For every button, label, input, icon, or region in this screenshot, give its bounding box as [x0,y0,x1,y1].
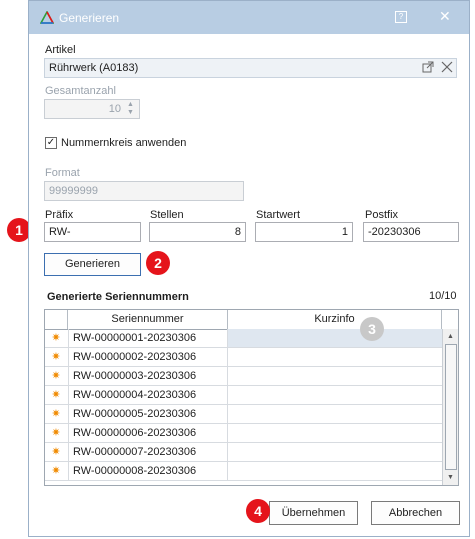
header-seriennummer[interactable]: Seriennummer [68,310,228,329]
callout-badge-3: 3 [360,317,384,341]
results-count: 10/10 [429,290,457,302]
grid-scrollbar[interactable]: ▲ ▼ [442,329,458,485]
format-value: 99999999 [49,185,98,197]
kurzinfo-cell[interactable] [228,443,442,461]
table-row[interactable]: ✷ RW-00000004-20230306 [45,386,442,405]
seriennummer-cell[interactable]: RW-00000001-20230306 [68,329,228,347]
table-row[interactable]: ✷ RW-00000006-20230306 [45,424,442,443]
scroll-thumb[interactable] [445,344,457,470]
kurzinfo-cell[interactable] [228,424,442,442]
close-button[interactable]: ✕ [439,8,451,25]
nummernkreis-checkbox[interactable]: ✓ [45,137,57,149]
header-scroll-corner [442,310,458,329]
format-field: 99999999 [44,181,244,201]
kurzinfo-cell[interactable] [228,348,442,366]
sun-icon: ✷ [51,408,61,420]
stellen-label: Stellen [150,209,184,221]
seriennummer-cell[interactable]: RW-00000007-20230306 [68,443,228,461]
artikel-label: Artikel [45,44,76,56]
nummernkreis-label: Nummernkreis anwenden [61,137,187,149]
table-row[interactable]: ✷ RW-00000007-20230306 [45,443,442,462]
table-row[interactable]: ✷ RW-00000002-20230306 [45,348,442,367]
startwert-input[interactable]: 1 [255,222,353,242]
spin-up-icon: ▲ [127,101,134,108]
app-logo-icon [40,11,54,24]
scroll-down-icon[interactable]: ▼ [444,471,457,484]
abbrechen-button[interactable]: Abbrechen [371,501,460,525]
table-row[interactable]: ✷ RW-00000005-20230306 [45,405,442,424]
praefix-label: Präfix [45,209,74,221]
kurzinfo-cell[interactable] [228,367,442,385]
serial-number-grid[interactable]: Seriennummer Kurzinfo ✷ RW-00000001-20230… [44,309,459,486]
uebernehmen-button[interactable]: Übernehmen [269,501,358,525]
startwert-value: 1 [341,226,348,238]
gesamtanzahl-spinner: ▲ ▼ [127,101,135,117]
seriennummer-cell[interactable]: RW-00000002-20230306 [68,348,228,366]
gesamtanzahl-value: 10 [108,103,121,115]
sun-icon: ✷ [51,351,61,363]
results-title: Generierte Seriennummern [47,291,189,303]
scroll-up-icon[interactable]: ▲ [444,330,457,343]
postfix-input[interactable]: -20230306 [363,222,459,242]
seriennummer-cell[interactable]: RW-00000006-20230306 [68,424,228,442]
callout-badge-4: 4 [246,499,270,523]
seriennummer-cell[interactable]: RW-00000003-20230306 [68,367,228,385]
callout-badge-2: 2 [146,251,170,275]
kurzinfo-cell[interactable] [228,405,442,423]
postfix-value: -20230306 [368,226,421,238]
sun-icon: ✷ [51,465,61,477]
gesamtanzahl-field: 10 [44,99,140,119]
sun-icon: ✷ [51,370,61,382]
kurzinfo-cell[interactable] [228,329,442,347]
praefix-value: RW- [49,226,71,238]
sun-icon: ✷ [51,332,61,344]
table-row[interactable]: ✷ RW-00000003-20230306 [45,367,442,386]
artikel-value: Rührwerk (A0183) [49,62,139,74]
sun-icon: ✷ [51,389,61,401]
format-label: Format [45,167,80,179]
gesamtanzahl-label: Gesamtanzahl [45,85,116,97]
seriennummer-cell[interactable]: RW-00000008-20230306 [68,462,228,480]
dialog-title: Generieren [59,11,120,25]
kurzinfo-cell[interactable] [228,462,442,480]
postfix-label: Postfix [365,209,399,221]
artikel-field[interactable]: Rührwerk (A0183) [44,58,457,78]
header-kurzinfo[interactable]: Kurzinfo [228,310,442,329]
seriennummer-cell[interactable]: RW-00000004-20230306 [68,386,228,404]
grid-header: Seriennummer Kurzinfo [45,310,458,330]
title-bar[interactable]: Generieren ? ✕ [29,1,469,34]
clear-icon[interactable] [441,61,453,73]
sun-icon: ✷ [51,427,61,439]
praefix-input[interactable]: RW- [44,222,141,242]
stellen-input[interactable]: 8 [149,222,246,242]
stellen-value: 8 [234,226,241,238]
header-icon-column [45,310,68,329]
table-row[interactable]: ✷ RW-00000008-20230306 [45,462,442,481]
help-button[interactable]: ? [395,11,407,23]
kurzinfo-cell[interactable] [228,386,442,404]
generieren-button[interactable]: Generieren [44,253,141,276]
generieren-dialog: Generieren ? ✕ Artikel Rührwerk (A0183) … [28,0,470,537]
sun-icon: ✷ [51,446,61,458]
spin-down-icon: ▼ [127,109,134,116]
seriennummer-cell[interactable]: RW-00000005-20230306 [68,405,228,423]
startwert-label: Startwert [256,209,301,221]
open-external-icon[interactable] [422,61,434,73]
